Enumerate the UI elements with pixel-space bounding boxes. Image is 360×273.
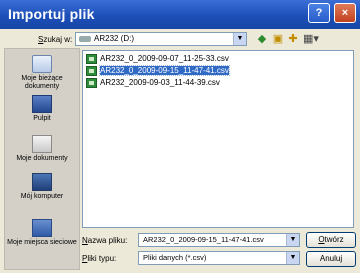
file-name: AR232_0_2009-09-15_11-47-41.csv [99,65,230,76]
filetype-value: Pliki danych (*.csv) [143,253,207,262]
file-name: AR232_0_2009-09-07_11-25-33.csv [100,54,229,63]
places-bar: Moje bieżące dokumenty Pulpit Moje dokum… [4,48,80,270]
chevron-down-icon[interactable]: ▼ [286,252,299,264]
csv-file-icon [86,66,97,76]
my-computer-icon [32,173,52,191]
place-my-computer[interactable]: Mój komputer [5,173,79,201]
recent-documents-icon [32,55,52,73]
desktop-icon [32,95,52,113]
place-label: Moje miejsca sieciowe [7,239,77,246]
title-bar: Importuj plik ? × [0,0,360,29]
lookin-dropdown[interactable]: AR232 (D:) ▼ [75,32,247,46]
filetype-select[interactable]: Pliki danych (*.csv) ▼ [138,251,300,265]
chevron-down-icon[interactable]: ▼ [286,234,299,246]
chevron-down-icon[interactable]: ▼ [233,33,246,45]
list-item-selected[interactable]: AR232_0_2009-09-15_11-47-41.csv [86,65,230,76]
file-list[interactable]: AR232_0_2009-09-07_11-25-33.csv AR232_0_… [82,50,354,228]
new-folder-icon[interactable]: ✚ [286,32,300,46]
place-recent-docs[interactable]: Moje bieżące dokumenty [5,55,79,91]
back-arrow-icon[interactable]: ◆ [255,32,269,46]
filename-label: Nazwa pliku: [82,236,128,245]
file-name: AR232_2009-09-03_11-44-39.csv [100,78,220,87]
filetype-label: Pliki typu: [82,254,117,263]
view-menu-icon[interactable]: ▦▾ [302,32,320,46]
network-places-icon [32,219,52,237]
lookin-value: AR232 (D:) [94,34,135,43]
filename-input[interactable]: AR232_0_2009-09-15_11-47-41.csv ▼ [138,233,300,247]
filename-value: AR232_0_2009-09-15_11-47-41.csv [143,235,264,244]
list-item[interactable]: AR232_2009-09-03_11-44-39.csv [86,78,220,88]
help-button[interactable]: ? [308,3,330,23]
place-label: Pulpit [33,115,51,122]
csv-file-icon [86,54,97,64]
place-label: Mój komputer [20,193,64,200]
list-item[interactable]: AR232_0_2009-09-07_11-25-33.csv [86,54,229,64]
place-my-documents[interactable]: Moje dokumenty [5,135,79,163]
drive-icon [79,35,91,42]
place-desktop[interactable]: Pulpit [5,95,79,123]
lookin-label: Szukaj w: [38,35,73,44]
window-title: Importuj plik [8,6,95,22]
place-network[interactable]: Moje miejsca sieciowe [5,219,79,247]
close-button[interactable]: × [334,3,356,23]
my-documents-icon [32,135,52,153]
place-label: Moje bieżące dokumenty [21,75,63,90]
csv-file-icon [86,78,97,88]
folder-up-icon[interactable]: ▣ [271,32,285,46]
cancel-button[interactable]: Anuluj [306,251,356,267]
open-button[interactable]: Otwórz [306,232,356,248]
place-label: Moje dokumenty [16,155,68,162]
